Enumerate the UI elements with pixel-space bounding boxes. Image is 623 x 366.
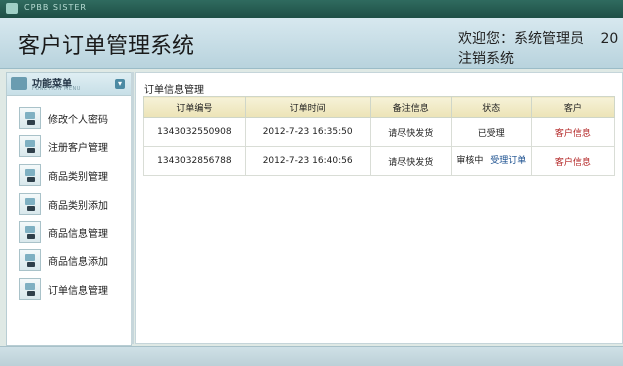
sidebar-menu: 功能菜单 FUNCTION MENU ▾ 修改个人密码 注册客户管理 商品类别管… bbox=[6, 72, 132, 346]
window-titlebar: CPBB SISTER bbox=[0, 0, 623, 18]
sidebar-item-product-manage[interactable]: 商品信息管理 bbox=[19, 221, 127, 243]
sidebar-item-label: 修改个人密码 bbox=[48, 115, 108, 126]
column-order-time: 订单时间 bbox=[244, 96, 371, 118]
app-logo-icon bbox=[6, 3, 18, 14]
order-no-cell: 1343032856788 bbox=[143, 146, 246, 176]
status-text: 已受理 bbox=[477, 128, 505, 139]
orders-icon bbox=[19, 278, 41, 300]
order-no-cell: 1343032550908 bbox=[143, 117, 246, 147]
note-cell: 请尽快发货 bbox=[369, 146, 452, 176]
sidebar-item-change-password[interactable]: 修改个人密码 bbox=[19, 107, 127, 129]
sidebar-item-orders[interactable]: 订单信息管理 bbox=[19, 278, 127, 300]
column-customer: 客户 bbox=[530, 96, 616, 118]
app-brand-label: CPBB SISTER bbox=[24, 3, 87, 12]
sidebar-item-category-add[interactable]: 商品类别添加 bbox=[19, 193, 127, 215]
customer-cell: 客户信息 bbox=[530, 117, 616, 147]
user-key-icon bbox=[19, 107, 41, 129]
accept-order-link[interactable]: 受理订单 bbox=[490, 156, 526, 166]
table-row: 1343032856788 2012-7-23 16:40:56 请尽快发货 审… bbox=[143, 146, 616, 176]
column-note: 备注信息 bbox=[369, 96, 452, 118]
sidebar-item-label: 商品信息添加 bbox=[48, 257, 108, 268]
welcome-message: 欢迎您：系统管理员 bbox=[458, 31, 584, 47]
customer-info-link[interactable]: 客户信息 bbox=[555, 158, 591, 168]
column-order-no: 订单编号 bbox=[143, 96, 246, 118]
welcome-text: 欢迎您：系统管理员 20 bbox=[458, 28, 618, 48]
table-row: 1343032550908 2012-7-23 16:35:50 请尽快发货 已… bbox=[143, 117, 616, 147]
menu-subtitle: FUNCTION MENU bbox=[32, 86, 81, 92]
page-header: 客户订单管理系统 欢迎您：系统管理员 20 注销系统 bbox=[0, 18, 623, 69]
sidebar-splitter[interactable] bbox=[131, 72, 134, 344]
status-text: 审核中 bbox=[456, 156, 484, 166]
customer-cell: 客户信息 bbox=[530, 146, 616, 176]
logout-link[interactable]: 注销系统 bbox=[458, 48, 514, 68]
category-add-icon bbox=[19, 193, 41, 215]
product-add-icon bbox=[19, 249, 41, 271]
header-date-fragment: 20 bbox=[600, 31, 619, 47]
order-time-cell: 2012-7-23 16:35:50 bbox=[244, 117, 371, 147]
note-cell: 请尽快发货 bbox=[369, 117, 452, 147]
status-bar bbox=[0, 346, 623, 366]
customers-icon bbox=[19, 135, 41, 157]
order-time-cell: 2012-7-23 16:40:56 bbox=[244, 146, 371, 176]
sidebar-item-category-manage[interactable]: 商品类别管理 bbox=[19, 164, 127, 186]
sidebar-item-product-add[interactable]: 商品信息添加 bbox=[19, 249, 127, 271]
page-title: 客户订单管理系统 bbox=[18, 34, 195, 59]
orders-table: 订单编号 订单时间 备注信息 状态 客户 1343032550908 2012-… bbox=[143, 96, 616, 176]
product-icon bbox=[19, 221, 41, 243]
menu-collapse-icon[interactable]: ▾ bbox=[115, 79, 125, 89]
sidebar-item-label: 商品信息管理 bbox=[48, 229, 108, 240]
sidebar-item-label: 注册客户管理 bbox=[48, 143, 108, 154]
sidebar-item-label: 订单信息管理 bbox=[48, 286, 108, 297]
menu-header: 功能菜单 FUNCTION MENU ▾ bbox=[7, 73, 131, 96]
status-cell: 已受理 bbox=[450, 117, 532, 147]
sidebar-item-label: 商品类别管理 bbox=[48, 172, 108, 183]
status-cell: 审核中 受理订单 bbox=[450, 146, 532, 176]
sidebar-item-label: 商品类别添加 bbox=[48, 201, 108, 212]
category-icon bbox=[19, 164, 41, 186]
menu-header-icon bbox=[11, 77, 27, 90]
panel-title: 订单信息管理 bbox=[144, 85, 204, 96]
column-status: 状态 bbox=[450, 96, 532, 118]
table-header-row: 订单编号 订单时间 备注信息 状态 客户 bbox=[143, 96, 616, 118]
customer-info-link[interactable]: 客户信息 bbox=[555, 129, 591, 139]
main-panel: 订单信息管理 订单编号 订单时间 备注信息 状态 客户 134303255090… bbox=[135, 72, 623, 344]
sidebar-item-customers[interactable]: 注册客户管理 bbox=[19, 135, 127, 157]
